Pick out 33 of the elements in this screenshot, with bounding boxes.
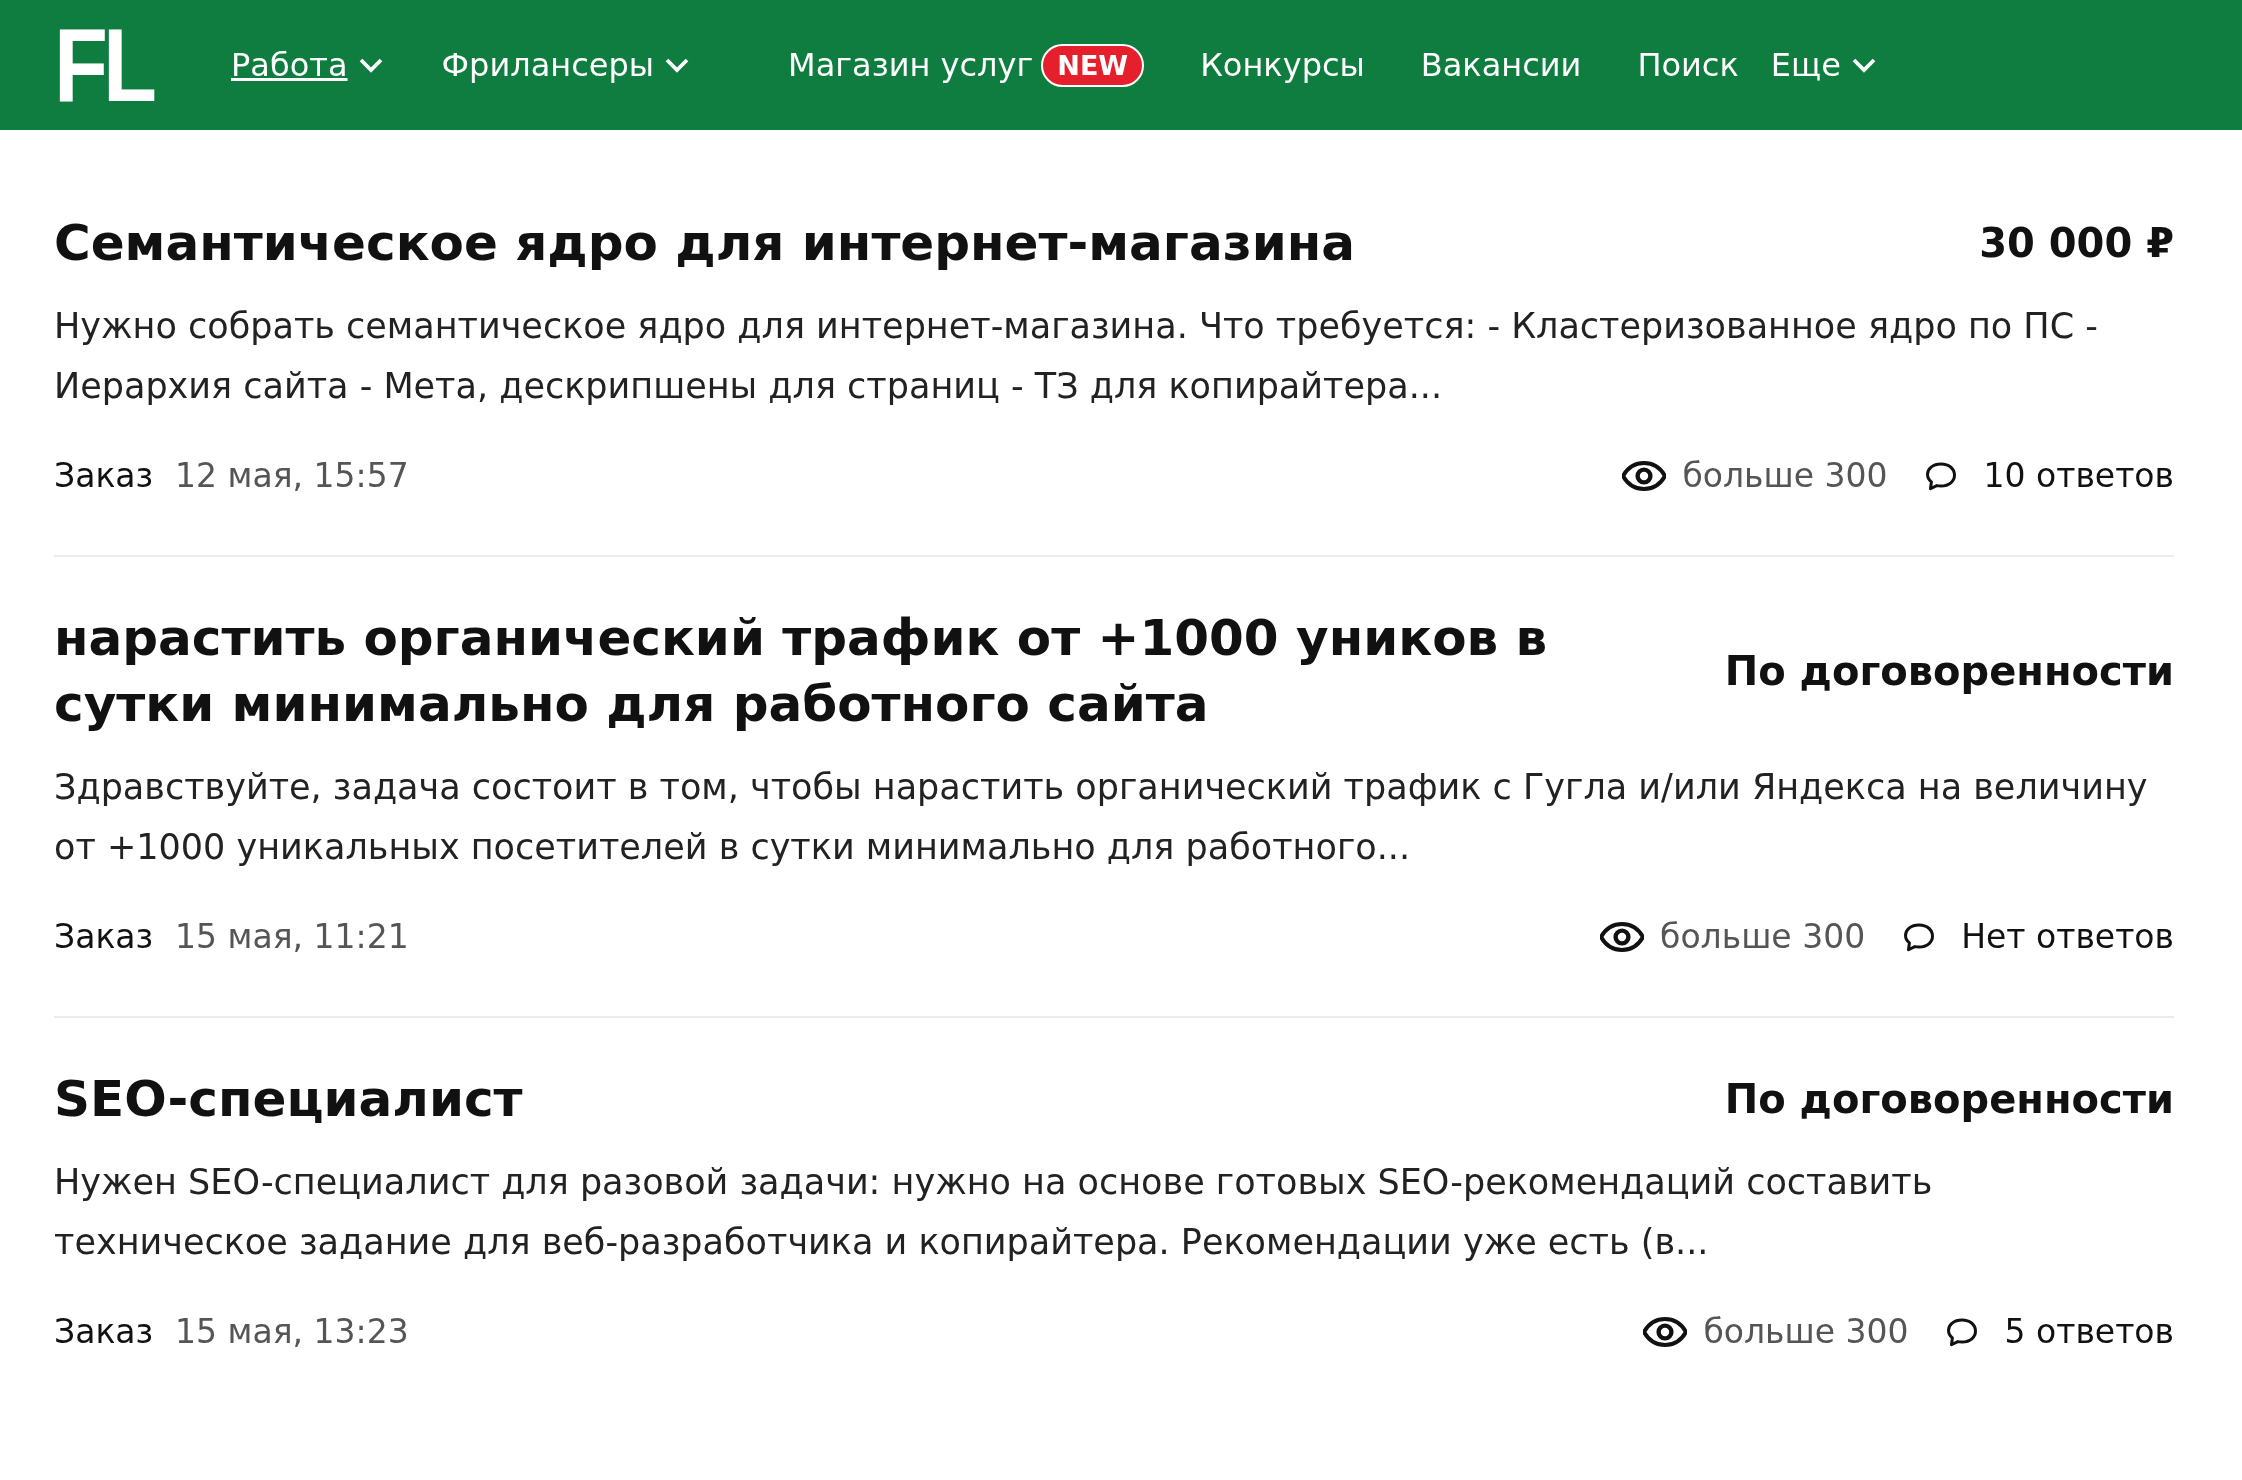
order-title-link[interactable]: SEO-специалист: [54, 1066, 523, 1132]
price: По договоренности: [1724, 648, 2174, 694]
nav-link[interactable]: Фрилансеры: [441, 46, 655, 84]
order-description: Здравствуйте, задача состоит в том, чтобы нарастить органический трафик с Гугла и/или Яндекса на величину от +1000 уникальных посетителей в сутки минимально для работного...: [54, 766, 2149, 869]
order-date: 15 мая, 13:23: [175, 1312, 409, 1351]
nav-link[interactable]: Конкурсы: [1200, 46, 1365, 84]
nav-link[interactable]: Работа: [231, 46, 348, 84]
answers-link[interactable]: Нет ответов: [1961, 917, 2174, 956]
order-title-link[interactable]: Семантическое ядро для интернет-магазина: [54, 210, 1356, 276]
views-count: больше 300: [1703, 1312, 1909, 1351]
price: 30 000 ₽: [1979, 220, 2174, 266]
order-type: Заказ: [54, 917, 154, 956]
nav-link[interactable]: Еще: [1770, 46, 1841, 84]
views-count: больше 300: [1660, 917, 1866, 956]
order-type: Заказ: [54, 1312, 154, 1351]
nav-link[interactable]: Поиск: [1637, 46, 1739, 84]
eye-icon: [1643, 1315, 1688, 1348]
eye-icon: [1600, 920, 1645, 953]
order-description: Нужно собрать семантическое ядро для интернет-магазина. Что требуется: - Кластеризованное ядро по ПС - Иерархия сайта - Мета, дескрипшены для страниц - ТЗ для копирайтера...: [54, 305, 2099, 408]
logo[interactable]: FL: [54, 13, 152, 117]
nav-link[interactable]: Магазин услуг: [788, 46, 1034, 84]
order-type: Заказ: [54, 456, 154, 495]
order-date: 15 мая, 11:21: [175, 917, 409, 956]
views-count: больше 300: [1682, 456, 1888, 495]
order-description: Нужен SEO-специалист для разовой задачи: нужно на основе готовых SEO-рекомендаций составить техническое задание для веб-разработчика и копирайтера. Рекомендации уже есть (в...: [54, 1161, 1934, 1264]
order-title-link[interactable]: нарастить органический трафик от +1000 уников в сутки минимально для работного сайта: [54, 605, 1614, 737]
price: По договоренности: [1724, 1076, 2174, 1122]
eye-icon: [1622, 459, 1667, 492]
order-date: 12 мая, 15:57: [175, 456, 409, 495]
new-badge: NEW: [1041, 43, 1145, 87]
answers-link[interactable]: 10 ответов: [1983, 456, 2174, 495]
answers-link[interactable]: 5 ответов: [2004, 1312, 2174, 1351]
nav-link[interactable]: Вакансии: [1420, 46, 1582, 84]
